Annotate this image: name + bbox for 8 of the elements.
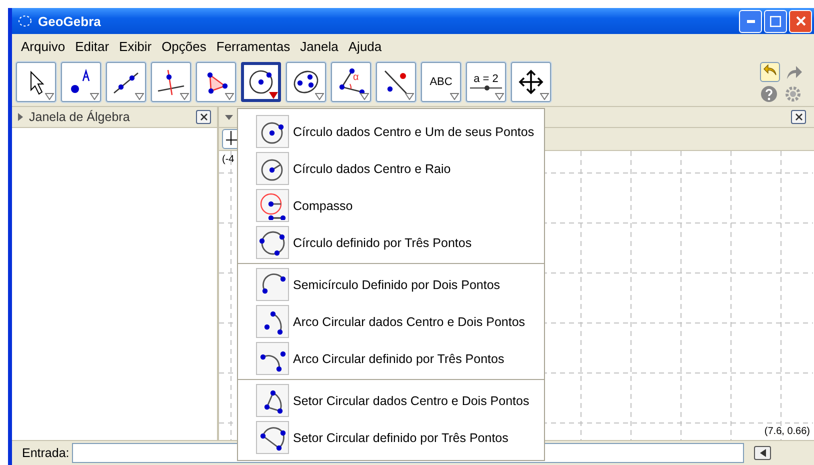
window-title: GeoGebra [38,14,101,28]
tool-label: a = 2 [474,73,498,85]
angle-label: α [353,72,359,83]
coordinate-label: (-4 [222,154,234,165]
tool-label: ABC [430,76,452,88]
coordinate-label: (7.6, 0.66) [764,426,810,437]
input-label: Entrada: [22,446,70,460]
panel-title: Janela de Álgebra [29,110,130,124]
